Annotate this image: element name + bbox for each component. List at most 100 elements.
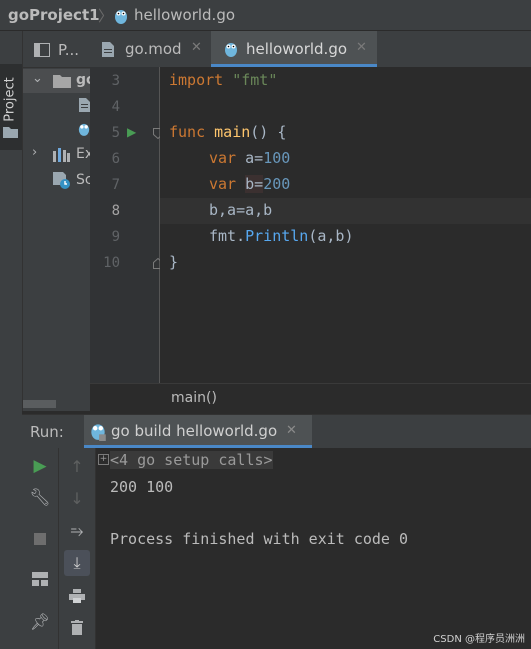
- close-icon[interactable]: ✕: [191, 40, 202, 55]
- bottom-left-strip: [0, 411, 22, 649]
- code-line-6: var a=100: [209, 149, 290, 167]
- code-line-3: import "fmt": [169, 71, 277, 89]
- left-tool-strip: Project: [0, 31, 23, 411]
- function-name: main: [214, 123, 251, 141]
- soft-wrap-icon: ⥱: [70, 521, 84, 540]
- arrow-up-icon: ↑: [70, 456, 84, 476]
- layout-button[interactable]: [27, 566, 53, 592]
- line-number: 5: [111, 125, 120, 141]
- wrench-icon: 🔧︎: [29, 488, 51, 508]
- watermark: CSDN @程序员洲洲: [433, 634, 525, 645]
- number-literal: 100: [263, 149, 291, 167]
- method-println: Println: [245, 227, 309, 245]
- arrow-down-icon: ↓: [70, 488, 84, 508]
- expand-icon[interactable]: +: [98, 454, 109, 465]
- trash-icon: [71, 619, 83, 635]
- edit-config-button[interactable]: 🔧︎: [27, 485, 53, 511]
- file-icon: [102, 42, 114, 57]
- folder-icon: [3, 127, 18, 138]
- chevron-down-icon: ⌄: [32, 71, 43, 86]
- line-number: 4: [111, 99, 120, 115]
- print-button[interactable]: [64, 583, 90, 609]
- pin-icon: 📌︎: [29, 611, 51, 631]
- close-icon[interactable]: ✕: [356, 40, 367, 55]
- library-icon: [53, 148, 70, 162]
- go-file-icon: [78, 123, 90, 136]
- tab-helloworld-go[interactable]: helloworld.go ✕: [211, 31, 377, 67]
- file-crumb[interactable]: helloworld.go: [134, 6, 235, 24]
- tree-item-external-libraries[interactable]: › Ex: [23, 143, 93, 167]
- line-number: 7: [111, 177, 120, 193]
- run-gutter-icon[interactable]: ▶: [127, 125, 136, 139]
- run-panel-header: Run: go build helloworld.go ✕: [22, 414, 531, 449]
- code-line-7: var b=200: [209, 175, 290, 193]
- folder-icon: [53, 75, 71, 88]
- line-number: 3: [111, 73, 120, 89]
- keyword-var: var: [209, 175, 237, 193]
- tab-helloworld-go-label: helloworld.go: [246, 40, 348, 58]
- play-icon: ▶: [33, 456, 47, 476]
- tree-item-root[interactable]: ⌄ go: [23, 69, 96, 93]
- editor-gutter: 3 4 5 ▶ 6 7 8 9 10: [90, 67, 163, 383]
- variable-b: b=: [245, 175, 264, 193]
- tab-go-mod[interactable]: go.mod ✕: [90, 31, 210, 67]
- clear-all-button[interactable]: [64, 614, 90, 640]
- line-number: 6: [111, 151, 120, 167]
- setup-calls-fold[interactable]: <4 go setup calls>: [110, 451, 273, 469]
- scroll-down-button[interactable]: ↓: [64, 485, 90, 511]
- code-editor[interactable]: import "fmt" func main() { var a=100 var…: [160, 67, 531, 383]
- project-tool-tab[interactable]: Project: [0, 64, 22, 150]
- project-view-icon: [34, 43, 50, 57]
- go-file-icon: [225, 43, 237, 57]
- run-label: Run:: [30, 423, 64, 441]
- print-icon: [69, 589, 85, 603]
- line-number: 9: [111, 229, 120, 245]
- tree-item-gomod[interactable]: [23, 93, 90, 117]
- stop-button[interactable]: [27, 526, 53, 552]
- number-literal: 200: [263, 175, 291, 193]
- package-fmt: fmt.: [209, 227, 246, 245]
- code-args: (a,b): [308, 227, 354, 245]
- stop-icon: [34, 533, 46, 545]
- scroll-to-end-icon: ⤓: [73, 553, 81, 572]
- code-line-9: fmt.Println(a,b): [209, 227, 354, 245]
- process-finished-message: Process finished with exit code 0: [110, 530, 409, 548]
- string-literal: "fmt": [232, 71, 278, 89]
- code-line-8: b,a=a,b: [209, 201, 273, 219]
- program-output: 200 100: [110, 478, 174, 496]
- run-toolbar-primary: ▶ 🔧︎ 📌︎: [22, 448, 59, 649]
- project-view-label[interactable]: P...: [58, 41, 79, 59]
- scratches-icon: [53, 172, 70, 189]
- file-icon: [79, 98, 90, 112]
- scroll-up-button[interactable]: ↑: [64, 453, 90, 479]
- tree-item-scratches[interactable]: Sc: [23, 169, 93, 193]
- tab-run-config-label: go build helloworld.go: [111, 422, 278, 440]
- keyword-var: var: [209, 149, 237, 167]
- code-line-5: func main() {: [169, 123, 286, 141]
- chevron-right-icon: ›: [32, 145, 38, 160]
- tree-item-helloworld[interactable]: [23, 117, 90, 141]
- project-panel: P... ⌄ go › Ex Sc: [23, 31, 96, 411]
- run-toolbar-secondary: ↑ ↓ ⥱ ⤓: [59, 448, 96, 649]
- go-file-icon: [114, 7, 128, 29]
- line-number-current: 8: [111, 203, 120, 219]
- tab-go-mod-label: go.mod: [125, 40, 182, 58]
- code-line-10: }: [169, 253, 179, 271]
- function-crumb[interactable]: main(): [171, 390, 217, 406]
- tab-run-config[interactable]: go build helloworld.go ✕: [84, 415, 312, 448]
- console-output[interactable]: + <4 go setup calls> 200 100 Process fin…: [96, 448, 531, 649]
- project-panel-header: P...: [23, 31, 90, 68]
- scroll-to-end-button[interactable]: ⤓: [64, 550, 90, 576]
- close-icon[interactable]: ✕: [286, 423, 297, 438]
- editor-tab-bar: go.mod ✕ helloworld.go ✕: [90, 31, 531, 68]
- chevron-right-icon: 〉: [98, 7, 114, 25]
- layout-icon: [32, 572, 48, 586]
- line-number: 10: [103, 255, 120, 271]
- editor-breadcrumb: main(): [90, 383, 531, 412]
- pin-button[interactable]: 📌︎: [27, 608, 53, 634]
- project-crumb[interactable]: goProject1: [8, 6, 100, 24]
- rerun-button[interactable]: ▶: [27, 453, 53, 479]
- project-tool-tab-label: Project: [2, 77, 18, 122]
- horizontal-scrollbar[interactable]: [23, 400, 56, 408]
- soft-wrap-button[interactable]: ⥱: [64, 518, 90, 544]
